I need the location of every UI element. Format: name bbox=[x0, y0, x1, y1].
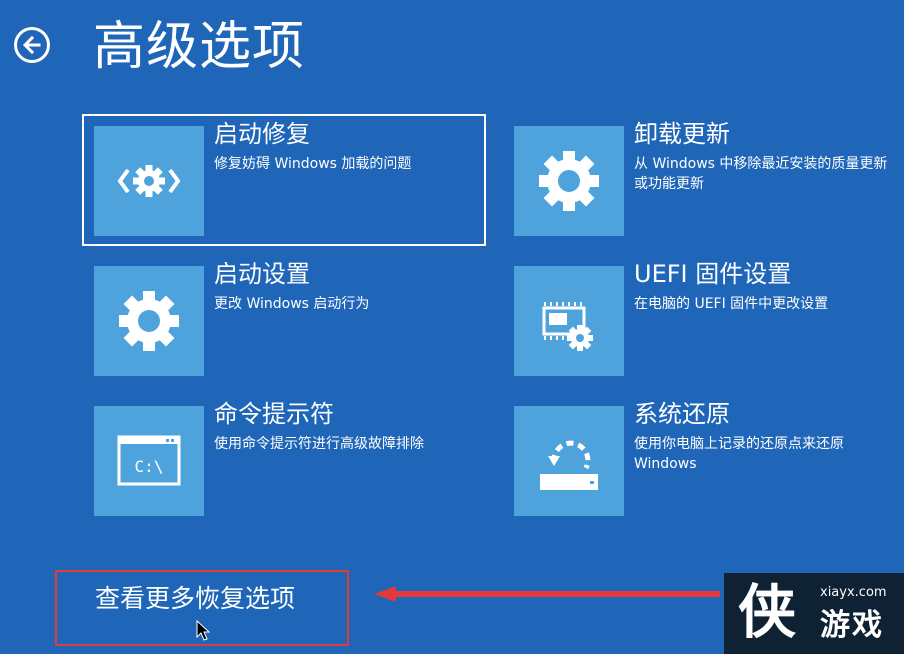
gear-icon bbox=[539, 151, 599, 211]
option-title: 卸载更新 bbox=[634, 120, 730, 148]
option-tile bbox=[94, 266, 204, 376]
watermark-logo: 侠 bbox=[738, 578, 797, 646]
option-description: 修复妨碍 Windows 加载的问题 bbox=[214, 156, 412, 172]
option-description: 使用命令提示符进行高级故障排除 bbox=[214, 436, 424, 452]
option-title: 系统还原 bbox=[634, 400, 730, 428]
option-startup-settings[interactable]: 启动设置 更改 Windows 启动行为 bbox=[82, 254, 486, 386]
watermark-name: 游戏 bbox=[820, 608, 884, 643]
back-button[interactable] bbox=[14, 27, 50, 63]
option-tile bbox=[514, 126, 624, 236]
option-title: 启动修复 bbox=[214, 120, 310, 148]
option-title: 启动设置 bbox=[214, 260, 310, 288]
option-description: 从 Windows 中移除最近安装的质量更新或功能更新 bbox=[634, 156, 888, 192]
option-description: 使用你电脑上记录的还原点来还原 Windows bbox=[634, 436, 844, 472]
option-title: 命令提示符 bbox=[214, 400, 334, 428]
option-uninstall-updates[interactable]: 卸载更新 从 Windows 中移除最近安装的质量更新或功能更新 bbox=[502, 114, 904, 246]
command-prompt-icon: C:\ bbox=[117, 435, 181, 486]
mouse-cursor-icon bbox=[196, 620, 210, 641]
system-restore-icon bbox=[540, 440, 598, 490]
command-prompt-glyph: C:\ bbox=[135, 457, 164, 476]
watermark: 侠 xiayx.com 游戏 bbox=[724, 573, 904, 654]
option-tile bbox=[514, 406, 624, 516]
firmware-chip-icon bbox=[542, 302, 593, 351]
option-startup-repair[interactable]: 启动修复 修复妨碍 Windows 加载的问题 bbox=[82, 114, 486, 246]
option-system-restore[interactable]: 系统还原 使用你电脑上记录的还原点来还原 Windows bbox=[502, 394, 904, 526]
startup-repair-icon bbox=[117, 165, 181, 197]
option-tile bbox=[94, 126, 204, 236]
option-description: 在电脑的 UEFI 固件中更改设置 bbox=[634, 296, 829, 312]
advanced-options-screen: 高级选项 启动修复 修复妨碍 Windows 加载的问题 卸载更新 从 Wind… bbox=[0, 0, 904, 654]
option-description: 更改 Windows 启动行为 bbox=[214, 296, 370, 312]
watermark-url: xiayx.com bbox=[820, 585, 887, 600]
back-arrow-icon bbox=[22, 35, 41, 55]
gear-icon bbox=[119, 291, 179, 351]
more-options-label: 查看更多恢复选项 bbox=[95, 584, 296, 613]
annotation-arrow-icon bbox=[374, 586, 720, 602]
option-uefi-firmware-settings[interactable]: UEFI 固件设置 在电脑的 UEFI 固件中更改设置 bbox=[502, 254, 904, 386]
option-command-prompt[interactable]: C:\ 命令提示符 使用命令提示符进行高级故障排除 bbox=[82, 394, 486, 526]
option-title: UEFI 固件设置 bbox=[634, 260, 792, 288]
option-tile: C:\ bbox=[94, 406, 204, 516]
page-title: 高级选项 bbox=[93, 17, 306, 77]
option-tile bbox=[514, 266, 624, 376]
